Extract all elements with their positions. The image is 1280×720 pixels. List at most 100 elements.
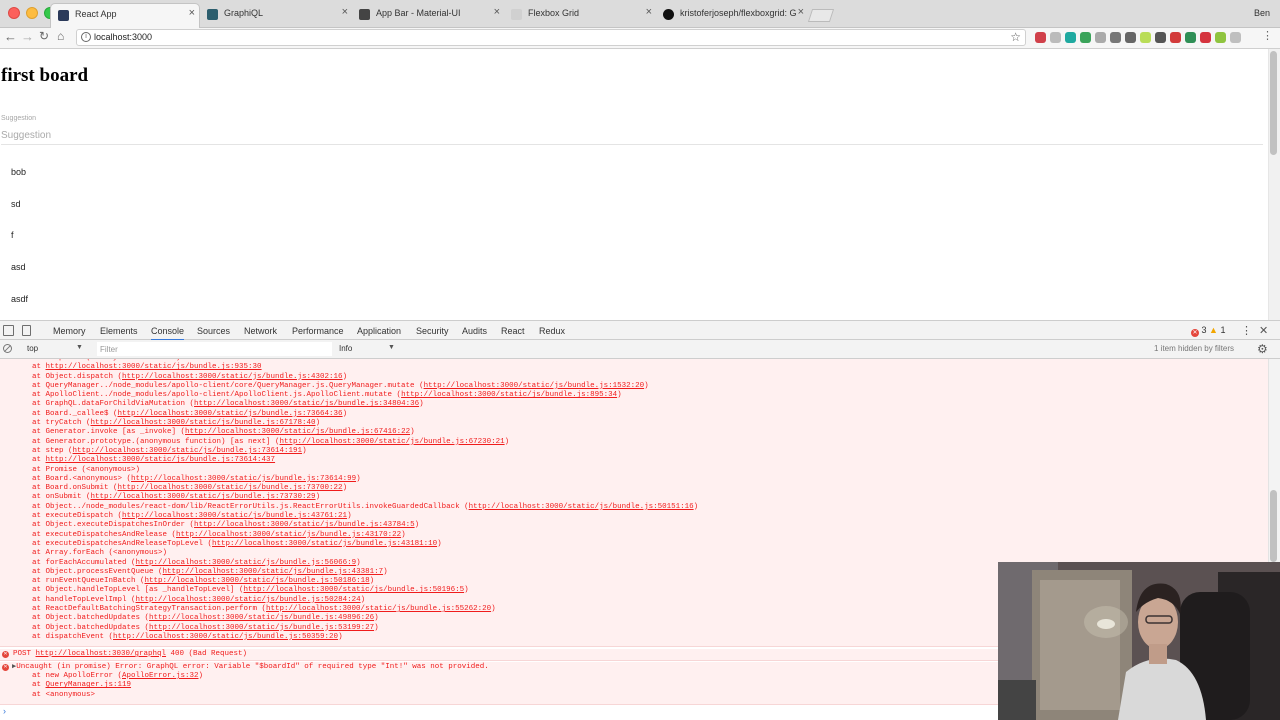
browser-tab-react-app[interactable]: React App × [50,3,200,28]
tab-redux[interactable]: Redux [539,326,565,336]
trace-link[interactable]: http://localhost:3000/static/js/bundle.j… [91,493,316,501]
window-close-button[interactable] [8,7,20,19]
trace-link[interactable]: http://localhost:3000/static/js/bundle.j… [194,521,415,529]
trace-link[interactable]: http://localhost:3000/static/js/bundle.j… [136,559,357,567]
tab-console[interactable]: Console [151,326,185,341]
reload-icon[interactable]: ↻ [39,29,49,43]
post-suffix: 400 (Bad Request) [166,650,248,658]
webcam-overlay [998,562,1280,720]
tab-security[interactable]: Security [416,326,449,336]
close-icon[interactable]: × [798,6,804,18]
close-icon[interactable]: × [189,7,195,19]
close-icon[interactable]: ✕ [1259,324,1268,337]
trace-link[interactable]: http://localhost:3000/static/js/bundle.j… [176,531,401,539]
trace-link[interactable]: http://localhost:3000/static/js/bundle.j… [149,624,374,632]
chevron-down-icon[interactable]: ▼ [76,344,83,351]
inspect-element-icon[interactable] [3,325,14,336]
page-scrollbar-thumb[interactable] [1270,51,1277,155]
frame-link[interactable]: ApolloError.js:32 [122,672,199,680]
devtools-menu-icon[interactable]: ⋮ [1241,324,1252,337]
context-select[interactable]: top [27,344,38,353]
tab-performance[interactable]: Performance [292,326,344,336]
back-arrow-icon[interactable]: ← [4,29,17,44]
browser-tab-material-ui[interactable]: App Bar - Material-UI × [352,3,504,28]
trace-link[interactable]: http://localhost:3000/static/js/bundle.j… [212,540,437,548]
clear-console-icon[interactable] [3,344,12,353]
trace-link[interactable]: http://localhost:3000/static/js/bundle.j… [280,438,505,446]
chevron-down-icon[interactable]: ▼ [388,344,395,351]
trace-link[interactable]: http://localhost:3000/static/js/bundle.j… [194,400,419,408]
trace-link[interactable]: http://localhost:3000/static/js/bundle.j… [469,503,694,511]
trace-link[interactable]: http://localhost:3000/static/js/bundle.j… [424,382,645,390]
trace-link[interactable]: http://localhost:3000/static/js/bundle.j… [46,456,276,464]
tab-network[interactable]: Network [244,326,277,336]
extension-icon[interactable] [1035,32,1046,43]
filter-input[interactable] [97,342,332,356]
frame-link[interactable]: QueryManager.js:119 [46,681,132,689]
extension-icon[interactable] [1110,32,1121,43]
tab-react[interactable]: React [501,326,525,336]
close-icon[interactable]: × [494,6,500,18]
hidden-items-note: 1 item hidden by filters [1154,344,1235,353]
trace-link[interactable]: http://localhost:3000/static/js/bundle.j… [401,391,617,399]
close-icon[interactable]: × [646,6,652,18]
console-prompt-icon[interactable]: › [3,706,6,716]
extension-icon[interactable] [1215,32,1226,43]
tab-sources[interactable]: Sources [197,326,230,336]
tab-application[interactable]: Application [357,326,401,336]
console-scrollbar-thumb[interactable] [1270,490,1277,562]
extension-icon[interactable] [1080,32,1091,43]
gear-icon[interactable]: ⚙ [1257,342,1268,356]
trace-link[interactable]: http://localhost:3000/static/js/bundle.j… [73,447,303,455]
home-icon[interactable]: ⌂ [57,29,64,43]
extension-icon[interactable] [1095,32,1106,43]
tab-memory[interactable]: Memory [53,326,86,336]
tab-audits[interactable]: Audits [462,326,487,336]
trace-link[interactable]: http://localhost:3000/static/js/bundle.j… [149,614,374,622]
extension-icon[interactable] [1125,32,1136,43]
browser-tab-graphiql[interactable]: GraphiQL × [200,3,352,28]
trace-link[interactable]: http://localhost:3000/static/js/bundle.j… [185,428,410,436]
url-text[interactable]: localhost:3000 [94,32,152,42]
extension-icon[interactable] [1155,32,1166,43]
suggestion-input[interactable] [1,127,1263,145]
chrome-menu-icon[interactable]: ⋮ [1262,29,1273,42]
address-bar[interactable]: i localhost:3000 ☆ [76,29,1026,46]
trace-link[interactable]: http://localhost:3000/static/js/bundle.j… [91,419,316,427]
window-minimize-button[interactable] [26,7,38,19]
close-icon[interactable]: × [342,6,348,18]
trace-link[interactable]: http://localhost:3000/static/js/bundle.j… [118,484,343,492]
browser-tab-github[interactable]: kristoferjoseph/flexboxgrid: G × [656,3,808,28]
new-tab-button[interactable] [807,9,835,22]
tab-elements[interactable]: Elements [100,326,138,336]
trace-link[interactable]: http://localhost:3000/static/js/bundle.j… [266,605,491,613]
post-url-link[interactable]: http://localhost:3030/graphql [36,650,167,658]
trace-link[interactable]: http://localhost:3000/static/js/bundle.j… [136,596,361,604]
trace-link[interactable]: http://localhost:3000/static/js/bundle.j… [118,410,343,418]
trace-link[interactable]: http://localhost:3000/static/js/bundle.j… [122,512,347,520]
extension-icon[interactable] [1200,32,1211,43]
extension-icon[interactable] [1185,32,1196,43]
forward-arrow-icon[interactable]: → [21,29,34,44]
trace-link[interactable]: http://localhost:3000/static/js/bundle.j… [244,586,465,594]
device-toolbar-icon[interactable] [22,325,31,336]
trace-link[interactable]: http://localhost:3000/static/js/bundle.j… [145,577,370,585]
trace-link[interactable]: http://localhost:3000/static/js/bundle.j… [131,475,356,483]
trace-link[interactable]: http://localhost:3000/static/js/bundle.j… [113,633,338,641]
trace-link[interactable]: http://localhost:3000/static/js/bundle.j… [122,373,343,381]
browser-tab-flexbox-grid[interactable]: Flexbox Grid × [504,3,656,28]
uncaught-line[interactable]: ▶Uncaught (in promise) Error: GraphQL er… [12,663,489,672]
bookmark-star-icon[interactable]: ☆ [1010,30,1021,44]
error-icon: ✕ [1191,329,1199,337]
trace-link[interactable]: http://localhost:3000/static/js/bundle.j… [163,568,384,576]
trace-link[interactable]: http://localhost:3000/static/js/bundle.j… [46,363,262,371]
extension-icon[interactable] [1170,32,1181,43]
site-info-icon[interactable]: i [81,32,91,42]
extension-icon[interactable] [1050,32,1061,43]
profile-name[interactable]: Ben [1254,8,1270,18]
extension-icon[interactable] [1230,32,1241,43]
error-warning-counter[interactable]: ✕ 3 ▲ 1 [1191,325,1226,337]
log-level-select[interactable]: Info [339,344,352,353]
extension-icon[interactable] [1140,32,1151,43]
extension-icon[interactable] [1065,32,1076,43]
